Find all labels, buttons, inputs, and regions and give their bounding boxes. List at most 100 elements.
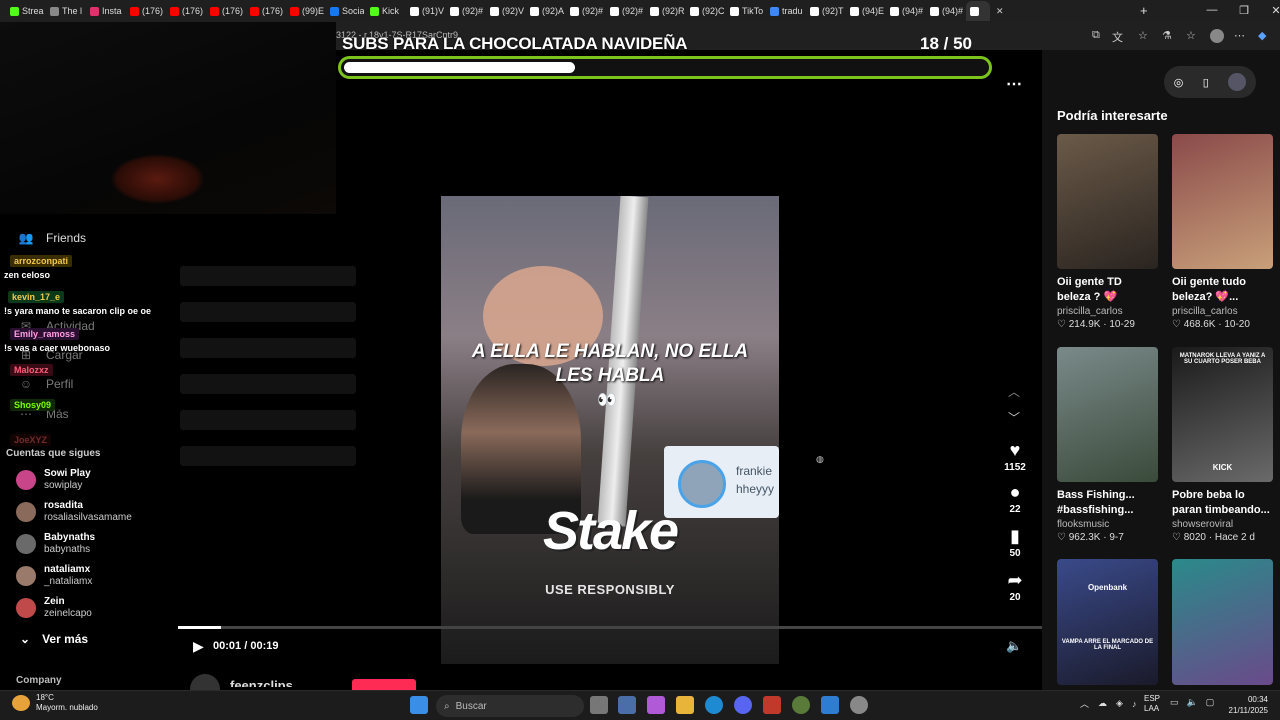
- sidebar-item-friends[interactable]: 👥 Friends: [18, 231, 87, 245]
- profile-avatar[interactable]: [1210, 29, 1224, 43]
- display-icon[interactable]: ▭: [1170, 697, 1179, 708]
- save-button[interactable]: ▮ 50: [1000, 526, 1030, 559]
- app-icon[interactable]: [850, 696, 868, 714]
- chat-username[interactable]: Malozxz: [10, 364, 53, 376]
- next-video-icon[interactable]: ﹀: [1008, 409, 1020, 426]
- recommendation-card[interactable]: VAMPA ARRE EL MARCADO DE LA FINAL Openban…: [1057, 559, 1158, 685]
- browser-tab[interactable]: tradu: [766, 1, 804, 21]
- chat-username[interactable]: kevin_17_e: [8, 291, 65, 303]
- following-item[interactable]: Babynaths babynaths: [16, 532, 95, 556]
- task-view-icon[interactable]: [590, 696, 608, 714]
- browser-tab[interactable]: [966, 1, 990, 21]
- browser-tab[interactable]: (94)#: [926, 1, 964, 21]
- open-icon[interactable]: ⧉: [1092, 29, 1100, 42]
- like-button[interactable]: ♥ 1152: [1000, 440, 1030, 473]
- following-name: Babynaths: [44, 532, 96, 543]
- chevron-up-icon[interactable]: ︿: [1080, 697, 1089, 710]
- clock[interactable]: 00:34 21/11/2025: [1218, 694, 1268, 716]
- seek-progress: [178, 626, 222, 629]
- chat-username[interactable]: Emily_ramoss: [10, 328, 80, 340]
- recommendation-card[interactable]: MATNAROK LLEVA A YANIZ A SU CUARTO POSER…: [1172, 347, 1273, 543]
- favorites-icon[interactable]: ☆: [1186, 29, 1196, 42]
- volume-tray-icon[interactable]: 🔈: [1187, 697, 1198, 708]
- copilot-icon[interactable]: ◆: [1258, 29, 1266, 42]
- browser-tab[interactable]: TikTo: [726, 1, 764, 21]
- user-avatar[interactable]: [1228, 73, 1247, 91]
- see-more-button[interactable]: ⌄ Ver más: [20, 632, 88, 646]
- new-tab-button[interactable]: +: [1140, 3, 1148, 18]
- browser-tab[interactable]: Kick: [366, 1, 404, 21]
- following-item[interactable]: nataliamx _nataliamx: [16, 564, 92, 588]
- microphone-icon[interactable]: ♪: [1132, 699, 1137, 709]
- browser-tab[interactable]: (92)#: [446, 1, 484, 21]
- weather-widget[interactable]: 18°C Mayorm. nublado: [12, 693, 98, 713]
- network-icon[interactable]: ◈: [1116, 698, 1123, 709]
- browser-tab[interactable]: (176): [246, 1, 284, 21]
- recommendation-card[interactable]: Bass Fishing... #bassfishing... flooksmus…: [1057, 347, 1158, 543]
- browser-tab[interactable]: (92)A: [526, 1, 564, 21]
- browser-tab[interactable]: (176): [206, 1, 244, 21]
- minimize-icon[interactable]: —: [1196, 4, 1228, 17]
- share-button[interactable]: ➦ 20: [1000, 570, 1030, 603]
- chat-username[interactable]: JoeXYZ: [10, 434, 52, 446]
- browser-tab[interactable]: (92)#: [606, 1, 644, 21]
- browser-tab[interactable]: Socia: [326, 1, 364, 21]
- seek-bar[interactable]: [178, 626, 1042, 629]
- battery-icon[interactable]: ▢: [1206, 697, 1215, 708]
- browser-tab[interactable]: (92)#: [566, 1, 604, 21]
- previous-video-icon[interactable]: ︿: [1008, 383, 1020, 400]
- volume-icon[interactable]: 🔈: [1006, 638, 1022, 654]
- browser-tab[interactable]: (94)#: [886, 1, 924, 21]
- copilot-app-icon[interactable]: [647, 696, 665, 714]
- browser-tab[interactable]: (92)T: [806, 1, 844, 21]
- recommendation-card[interactable]: Oii gente TD beleza ? 💖#priscilla_carlos…: [1057, 134, 1158, 330]
- more-options-icon[interactable]: ⋯: [1006, 74, 1023, 94]
- play-icon[interactable]: ▶: [193, 638, 204, 655]
- browser-tab[interactable]: The l: [46, 1, 84, 21]
- sidebar-item-perfil[interactable]: ☺ Perfil: [18, 377, 73, 391]
- chat-username[interactable]: Shosy09: [10, 399, 56, 411]
- file-explorer-icon[interactable]: [676, 696, 694, 714]
- browser-tab[interactable]: (99)E: [286, 1, 324, 21]
- app-icon[interactable]: [792, 696, 810, 714]
- search-placeholder: Buscar: [455, 700, 487, 712]
- browser-tab[interactable]: Strea: [6, 1, 44, 21]
- cloud-icon[interactable]: ☁: [1098, 698, 1107, 709]
- browser-tab[interactable]: (92)C: [686, 1, 724, 21]
- menu-icon[interactable]: ⋯: [1234, 29, 1245, 42]
- browser-tab[interactable]: (91)V: [406, 1, 444, 21]
- comment-button[interactable]: ● 22: [1000, 482, 1030, 515]
- browser-tab[interactable]: (94)E: [846, 1, 884, 21]
- extensions-icon[interactable]: ⚗: [1162, 29, 1172, 42]
- card-title: Pobre beba lo paran timbeando...: [1172, 489, 1270, 516]
- discord-icon[interactable]: [734, 696, 752, 714]
- browser-tab[interactable]: (92)R: [646, 1, 684, 21]
- following-item[interactable]: Sowi Play sowiplay: [16, 468, 91, 492]
- tab-favicon-icon: [450, 6, 459, 16]
- bookmark-star-icon[interactable]: ☆: [1138, 29, 1148, 42]
- translate-icon[interactable]: 文: [1112, 29, 1123, 45]
- browser-tab[interactable]: (92)V: [486, 1, 524, 21]
- company-link[interactable]: Company: [16, 675, 62, 686]
- recommendation-card[interactable]: [1172, 559, 1273, 685]
- maximize-icon[interactable]: ❐: [1228, 4, 1260, 17]
- app-icon[interactable]: [821, 696, 839, 714]
- following-item[interactable]: Zein zeinelcapo: [16, 596, 92, 620]
- device-icon[interactable]: ▯: [1203, 76, 1209, 89]
- compass-icon[interactable]: ◎: [1174, 76, 1184, 89]
- taskbar-search[interactable]: ⌕ Buscar: [436, 695, 584, 717]
- edge-icon[interactable]: [705, 696, 723, 714]
- app-icon[interactable]: [763, 696, 781, 714]
- recommendation-card[interactable]: Oii gente tudo beleza? 💖... priscilla_car…: [1172, 134, 1273, 330]
- close-icon[interactable]: ✕: [1260, 4, 1280, 17]
- browser-tab[interactable]: (176): [126, 1, 164, 21]
- language-indicator[interactable]: ESP LAA: [1144, 694, 1160, 714]
- browser-tab[interactable]: Insta: [86, 1, 124, 21]
- store-icon[interactable]: [618, 696, 636, 714]
- chat-username[interactable]: arrozconpati: [10, 255, 73, 267]
- video-caption: A ELLA LE HABLAN, NO ELLA LES HABLA: [441, 340, 779, 388]
- close-tab-icon[interactable]: ✕: [996, 6, 1004, 17]
- browser-tab[interactable]: (176): [166, 1, 204, 21]
- start-icon[interactable]: [410, 696, 428, 714]
- following-item[interactable]: rosadita rosaliasilvasamame: [16, 500, 132, 524]
